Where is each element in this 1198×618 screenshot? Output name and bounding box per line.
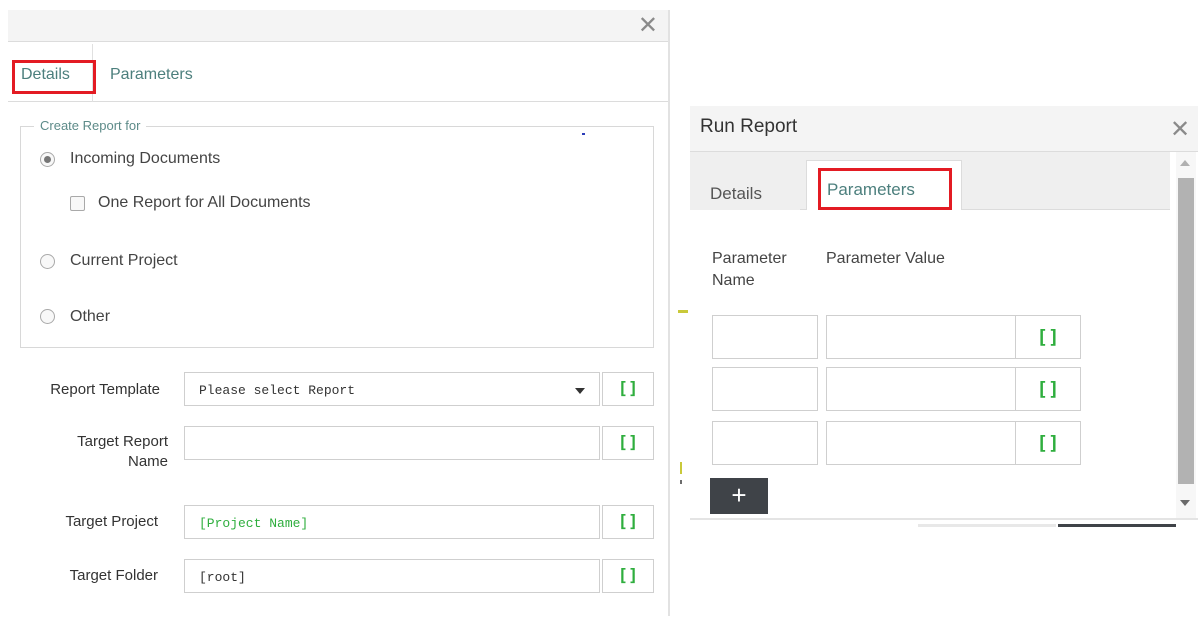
scroll-up-icon[interactable] xyxy=(1180,160,1190,166)
target-folder-input[interactable]: [root] xyxy=(184,559,600,593)
left-tab-bar xyxy=(8,44,668,102)
tab-details[interactable]: Details xyxy=(12,60,96,94)
report-template-select[interactable]: Please select Report xyxy=(184,372,600,406)
background-artifact xyxy=(678,310,688,313)
target-project-input[interactable]: [Project Name] xyxy=(184,505,600,539)
parameter-value-header: Parameter Value xyxy=(826,250,945,267)
parameter-variable-button[interactable]: [] xyxy=(1015,367,1081,411)
parameter-name-header: Parameter Name xyxy=(712,248,812,292)
parameter-name-header-line2: Name xyxy=(712,272,755,289)
decorative-dot xyxy=(582,133,585,135)
target-folder-label: Target Folder xyxy=(69,567,158,584)
radio-current-project[interactable] xyxy=(40,254,55,269)
radio-incoming-documents-label: Incoming Documents xyxy=(70,150,221,167)
close-icon[interactable]: ✕ xyxy=(1170,116,1190,144)
scroll-down-icon[interactable] xyxy=(1180,500,1190,506)
target-folder-variable-button[interactable]: [] xyxy=(602,559,654,593)
footer-button-edge xyxy=(1058,524,1176,527)
radio-other-label: Other xyxy=(70,308,111,325)
fieldset-legend: Create Report for xyxy=(34,118,147,133)
run-report-title: Run Report xyxy=(700,116,798,137)
tab-parameters[interactable]: Parameters xyxy=(110,66,193,84)
target-report-name-label: Target Report Name xyxy=(10,432,168,472)
parameter-name-input[interactable] xyxy=(712,367,818,411)
parameter-variable-button[interactable]: [] xyxy=(1015,315,1081,359)
target-report-name-label-line1: Target Report xyxy=(77,433,168,450)
target-report-name-input[interactable] xyxy=(184,426,600,460)
target-report-name-label-line2: Name xyxy=(127,453,168,470)
parameter-variable-button[interactable]: [] xyxy=(1015,421,1081,465)
target-project-value: [Project Name] xyxy=(199,516,309,531)
parameter-name-header-line1: Parameter xyxy=(712,250,787,267)
tab-details-label: Details xyxy=(21,66,70,83)
radio-other[interactable] xyxy=(40,309,55,324)
radio-current-project-label: Current Project xyxy=(70,252,178,269)
parameter-name-input[interactable] xyxy=(712,315,818,359)
close-icon[interactable]: ✕ xyxy=(638,12,658,40)
report-template-value: Please select Report xyxy=(199,383,356,398)
add-parameter-button[interactable]: + xyxy=(710,478,768,514)
parameter-value-input[interactable] xyxy=(826,367,1016,411)
tab-parameters-highlight[interactable]: Parameters xyxy=(818,168,952,210)
tab-parameters-label: Parameters xyxy=(110,66,193,83)
target-folder-value: [root] xyxy=(199,570,246,585)
chevron-down-icon xyxy=(575,388,585,394)
parameter-value-input[interactable] xyxy=(826,315,1016,359)
report-template-label: Report Template xyxy=(50,381,160,398)
target-project-variable-button[interactable]: [] xyxy=(602,505,654,539)
footer-button-edge xyxy=(918,524,1056,527)
target-report-name-variable-button[interactable]: [] xyxy=(602,426,654,460)
report-template-variable-button[interactable]: [] xyxy=(602,372,654,406)
radio-incoming-documents[interactable] xyxy=(40,152,55,167)
tab-details-label[interactable]: Details xyxy=(710,184,762,204)
dialog-footer-divider xyxy=(690,518,1198,520)
background-artifact xyxy=(680,480,682,484)
target-project-label: Target Project xyxy=(65,513,158,530)
background-artifact xyxy=(680,462,682,474)
parameter-value-input[interactable] xyxy=(826,421,1016,465)
dialog-divider xyxy=(668,10,670,616)
scrollbar-thumb[interactable] xyxy=(1178,178,1194,484)
one-report-checkbox-label: One Report for All Documents xyxy=(98,194,311,211)
tab-parameters-label: Parameters xyxy=(827,180,915,199)
left-dialog-titlebar: ✕ xyxy=(8,10,668,42)
parameter-name-input[interactable] xyxy=(712,421,818,465)
one-report-checkbox[interactable] xyxy=(70,196,85,211)
